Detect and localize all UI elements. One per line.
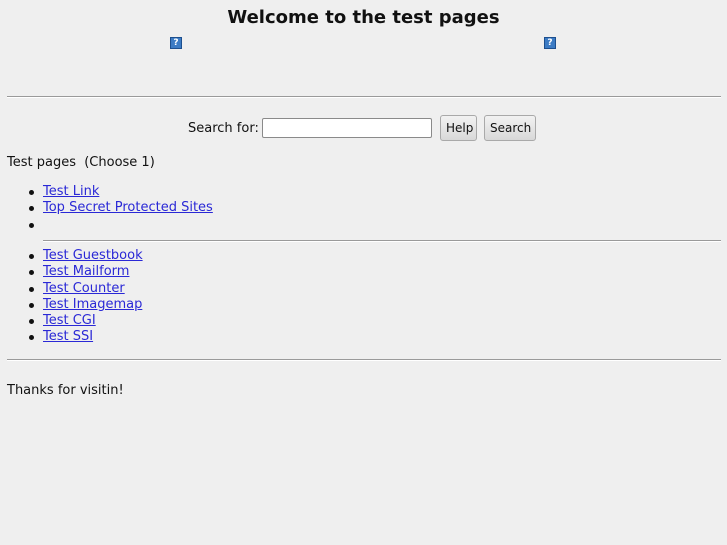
bullet-icon [29, 222, 34, 228]
bullet-icon [29, 302, 34, 308]
list-item: Test Mailform [0, 264, 727, 280]
list-item: Test SSI [0, 329, 727, 345]
bullet-icon [29, 254, 34, 259]
list-item: Test Link [0, 184, 727, 200]
list-item: Top Secret Protected Sites [0, 200, 727, 216]
section-title: Test pages (Choose 1) [7, 155, 155, 170]
bullet-icon [29, 286, 34, 292]
search-button[interactable]: Search [484, 115, 536, 141]
page: Welcome to the test pages ? ? Search for… [0, 0, 727, 545]
cgi-link[interactable]: Test CGI [43, 313, 96, 329]
divider-list [43, 240, 721, 242]
imagemap-link[interactable]: Test Imagemap [43, 297, 142, 313]
counter-link[interactable]: Test Counter [43, 281, 125, 297]
list-item: Test CGI [0, 313, 727, 329]
search-label: Search for: [188, 121, 259, 136]
mailform-link[interactable]: Test Mailform [43, 264, 129, 280]
search-bar: Search for: Help Search [0, 115, 727, 141]
list-item [0, 217, 727, 233]
search-input[interactable] [262, 118, 432, 138]
top-secret-link[interactable]: Top Secret Protected Sites [43, 200, 213, 216]
page-title: Welcome to the test pages [227, 7, 500, 28]
guestbook-link[interactable]: Test Guestbook [43, 248, 143, 264]
footer-text: Thanks for visitin! [7, 383, 124, 398]
link-list-top: Test Link Top Secret Protected Sites [0, 184, 727, 233]
help-image-icon-right[interactable]: ? [544, 37, 556, 49]
list-item: Test Imagemap [0, 297, 727, 313]
list-item: Test Guestbook [0, 248, 727, 264]
list-item: Test Counter [0, 281, 727, 297]
link-list-bottom: Test Guestbook Test Mailform Test Counte… [0, 248, 727, 346]
divider-bottom [7, 359, 721, 361]
bullet-icon [29, 190, 34, 195]
bullet-icon [29, 270, 34, 276]
ssi-link[interactable]: Test SSI [43, 329, 93, 345]
test-link[interactable]: Test Link [43, 184, 99, 200]
bullet-icon [29, 335, 34, 341]
help-image-icon-left[interactable]: ? [170, 37, 182, 49]
bullet-icon [29, 206, 34, 212]
help-button[interactable]: Help [440, 115, 477, 141]
divider-top [7, 96, 721, 98]
bullet-icon [29, 319, 34, 325]
